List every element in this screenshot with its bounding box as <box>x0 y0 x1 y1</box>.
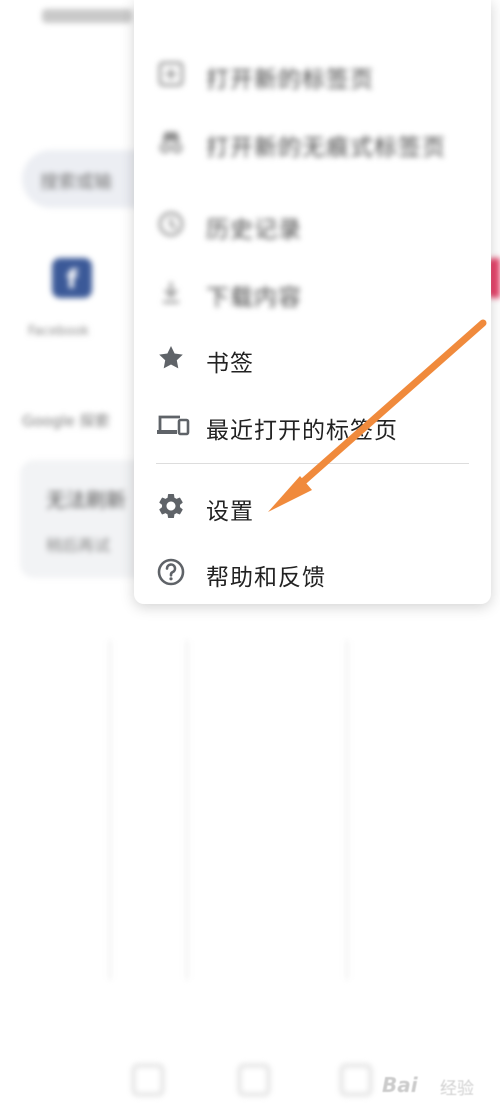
help-icon <box>156 557 186 587</box>
menu-item-label: 历史记录 <box>206 217 302 243</box>
overflow-menu: 打开新的标签页 打开新的无痕式标签页 历史记录 下载内容 书签 最近打开的标签页 <box>134 0 491 604</box>
star-icon <box>156 343 186 373</box>
bottom-nav-icon[interactable] <box>238 1064 270 1096</box>
bg-divider <box>345 640 349 980</box>
menu-item-downloads[interactable]: 下载内容 <box>134 262 491 322</box>
history-icon <box>156 209 186 239</box>
refresh-title: 无法刷新 <box>46 488 126 512</box>
new-tab-icon <box>156 59 186 89</box>
baidu-watermark-logo: Bai 经验 <box>376 1066 486 1102</box>
menu-item-label: 帮助和反馈 <box>206 565 326 591</box>
incognito-icon <box>156 127 186 157</box>
gear-icon <box>156 491 186 521</box>
menu-item-label: 书签 <box>206 351 254 377</box>
discover-section-label: Google 探索 <box>22 412 110 430</box>
omnibox-placeholder: 搜索或输 <box>40 172 112 193</box>
bottom-nav-icon[interactable] <box>340 1064 372 1096</box>
facebook-shortcut-icon[interactable]: f <box>52 258 92 298</box>
watermark-suffix: 经验 <box>440 1079 474 1099</box>
menu-item-label: 设置 <box>206 499 254 525</box>
menu-item-label: 下载内容 <box>206 285 302 311</box>
menu-item-settings[interactable]: 设置 <box>134 476 491 536</box>
refresh-subtitle: 稍后再试 <box>46 536 111 555</box>
menu-divider <box>156 463 469 464</box>
bottom-nav-icon[interactable] <box>132 1064 164 1096</box>
facebook-shortcut-label: Facebook <box>28 324 90 339</box>
menu-item-incognito[interactable]: 打开新的无痕式标签页 <box>134 112 491 172</box>
menu-item-label: 最近打开的标签页 <box>206 418 398 444</box>
recent-tabs-icon <box>156 410 190 440</box>
menu-item-recent-tabs[interactable]: 最近打开的标签页 <box>134 395 491 455</box>
bg-divider <box>108 640 112 980</box>
menu-item-label: 打开新的无痕式标签页 <box>206 135 446 161</box>
download-icon <box>156 277 186 307</box>
status-time <box>42 9 132 23</box>
menu-item-new-tab[interactable]: 打开新的标签页 <box>134 44 491 104</box>
watermark-brand: Bai <box>382 1073 418 1097</box>
bg-divider <box>185 640 189 980</box>
menu-item-label: 打开新的标签页 <box>206 67 374 93</box>
menu-item-help[interactable]: 帮助和反馈 <box>134 542 491 602</box>
menu-item-history[interactable]: 历史记录 <box>134 194 491 254</box>
menu-item-bookmarks[interactable]: 书签 <box>134 328 491 388</box>
